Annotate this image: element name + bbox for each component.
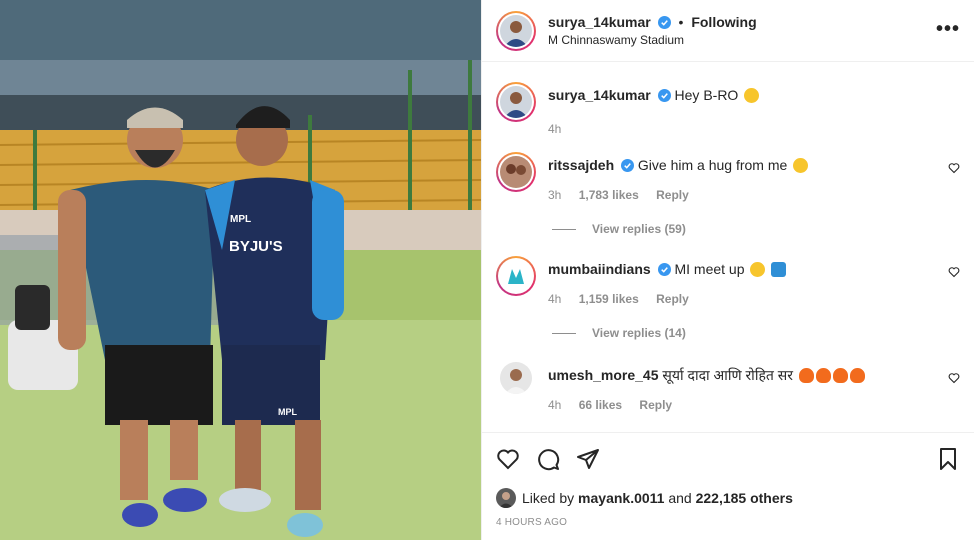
view-replies-button[interactable]: View replies (14): [552, 326, 960, 340]
comment-icon[interactable]: [536, 447, 560, 471]
comment-likes[interactable]: 66 likes: [579, 398, 622, 412]
liked-by-row: Liked by mayank.0011 and 222,185 others: [496, 485, 960, 511]
smile-emoji-icon: [750, 262, 766, 277]
like-comment-heart-icon[interactable]: [948, 372, 960, 384]
caption-username[interactable]: surya_14kumar: [548, 87, 651, 103]
fire-emoji-icon: [832, 368, 848, 383]
caption-avatar[interactable]: [500, 86, 532, 118]
liked-by-and: and: [668, 490, 692, 506]
action-bar: [496, 433, 960, 485]
reply-button[interactable]: Reply: [656, 188, 689, 202]
comment-text: सूर्या दादा आणि रोहित सर: [662, 367, 793, 383]
grin-emoji-icon: [793, 158, 809, 173]
fire-emoji-icon: [815, 368, 831, 383]
comment-likes[interactable]: 1,783 likes: [579, 188, 639, 202]
post-header: surya_14kumar • Following M Chinnaswamy …: [482, 0, 974, 62]
replies-divider: [552, 332, 576, 334]
comment-text: MI meet up: [674, 261, 745, 277]
header-username[interactable]: surya_14kumar: [548, 14, 651, 30]
comment-time: 4h: [548, 292, 562, 306]
liked-by-user[interactable]: mayank.0011: [578, 490, 664, 506]
caption: surya_14kumar Hey B-RO 4h: [496, 82, 960, 136]
separator-dot: •: [678, 13, 684, 30]
post-details-panel: surya_14kumar • Following M Chinnaswamy …: [481, 0, 974, 540]
comment-avatar[interactable]: [500, 362, 532, 394]
comment-username[interactable]: mumbaiindians: [548, 261, 651, 277]
comment-text: Give him a hug from me: [637, 157, 788, 173]
following-button[interactable]: Following: [691, 14, 756, 30]
like-heart-icon[interactable]: [496, 447, 520, 471]
comment-item: mumbaiindians MI meet up 4h 1,159 likes …: [496, 256, 960, 306]
more-options-button[interactable]: •••: [936, 18, 960, 41]
post-photo[interactable]: MPL BYJU'S MPL: [0, 0, 481, 540]
comment-username[interactable]: umesh_more_45: [548, 367, 659, 383]
comment-item: ritssajdeh Give him a hug from me 3h 1,7…: [496, 152, 960, 202]
location-link[interactable]: M Chinnaswamy Stadium: [548, 31, 757, 49]
caption-text: Hey B-RO: [674, 87, 739, 103]
verified-badge-icon: [657, 89, 671, 102]
comment-item: umesh_more_45 सूर्या दादा आणि रोहित सर 4…: [496, 362, 960, 412]
jersey-brand-main: BYJU'S: [229, 238, 283, 255]
post-actions-area: Liked by mayank.0011 and 222,185 others …: [482, 432, 974, 528]
avatar: [500, 14, 532, 47]
sunglasses-emoji-icon: [744, 88, 760, 103]
bookmark-icon[interactable]: [936, 447, 960, 471]
liker-avatar[interactable]: [496, 488, 516, 508]
share-icon[interactable]: [576, 447, 600, 471]
comment-username[interactable]: ritssajdeh: [548, 157, 614, 173]
photo-image: MPL BYJU'S MPL: [0, 0, 481, 540]
comment-time: 3h: [548, 188, 562, 202]
fire-emoji-icon: [849, 368, 865, 383]
caption-time: 4h: [548, 122, 562, 136]
instagram-post: MPL BYJU'S MPL surya_14kumar • Following…: [0, 0, 974, 540]
comment-time: 4h: [548, 398, 562, 412]
verified-badge-icon: [621, 159, 635, 172]
liked-by-others[interactable]: 222,185 others: [696, 490, 793, 506]
fire-emoji-icon: [798, 368, 814, 383]
blue-heart-emoji-icon: [771, 262, 787, 277]
comment-likes[interactable]: 1,159 likes: [579, 292, 639, 306]
story-ring[interactable]: [496, 10, 536, 51]
view-replies-button[interactable]: View replies (59): [552, 222, 960, 236]
reply-button[interactable]: Reply: [639, 398, 672, 412]
view-replies-label: View replies (14): [592, 326, 686, 340]
comments-list: surya_14kumar Hey B-RO 4h ritssajdeh Giv…: [482, 82, 974, 412]
jersey-brand-small: MPL: [230, 214, 251, 225]
comment-avatar[interactable]: [500, 156, 532, 188]
liked-by-prefix: Liked by: [522, 490, 575, 506]
verified-badge-icon: [657, 15, 671, 29]
posted-time: 4 HOURS AGO: [496, 517, 568, 528]
like-comment-heart-icon[interactable]: [948, 162, 960, 174]
verified-badge-icon: [657, 263, 671, 276]
comment-avatar[interactable]: [500, 260, 532, 292]
reply-button[interactable]: Reply: [656, 292, 689, 306]
replies-divider: [552, 228, 576, 230]
view-replies-label: View replies (59): [592, 222, 686, 236]
like-comment-heart-icon[interactable]: [948, 266, 960, 278]
shorts-brand: MPL: [278, 407, 298, 417]
